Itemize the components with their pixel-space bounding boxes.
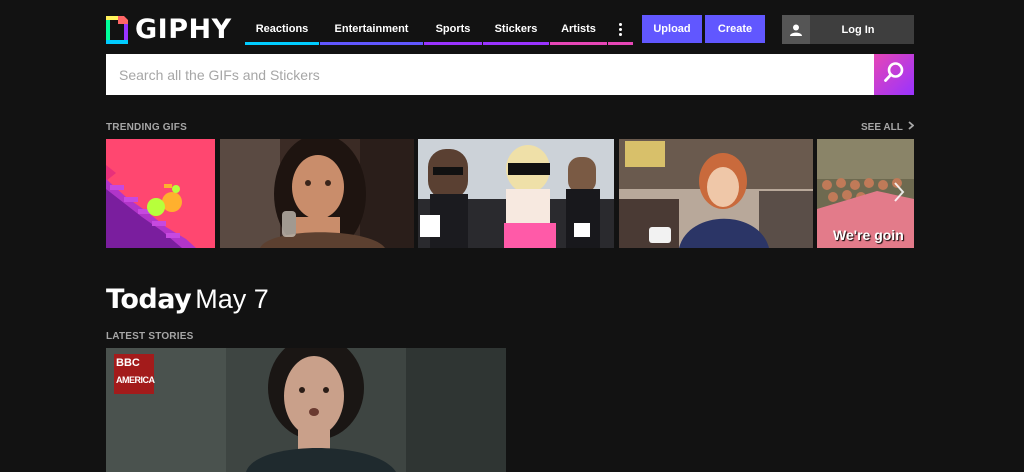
trending-title: TRENDING GIFS <box>106 122 187 133</box>
login-label: Log In <box>841 23 875 36</box>
nav-underline <box>320 42 423 45</box>
login-button[interactable]: Log In <box>782 15 914 44</box>
see-all-link[interactable]: SEE ALL <box>861 121 915 133</box>
nav-underline <box>483 42 549 45</box>
nav-item-label: Artists <box>561 23 596 35</box>
badge-line: BBC <box>116 357 140 369</box>
today-heading: Today May 7 <box>106 284 269 315</box>
nav-item-artists[interactable]: Artists <box>550 15 607 45</box>
upload-button[interactable]: Upload <box>642 15 702 43</box>
see-all-label: SEE ALL <box>861 121 903 133</box>
giphy-logo-icon <box>106 16 128 44</box>
user-icon <box>782 15 810 44</box>
nav-more-button[interactable] <box>608 15 633 45</box>
nav-underline <box>550 42 607 45</box>
trending-carousel: We're goin <box>106 139 914 248</box>
trending-gif[interactable] <box>418 139 614 248</box>
carousel-next-button[interactable] <box>889 181 909 208</box>
badge-line: AMERICA <box>116 375 155 385</box>
brand-name: GIPHY <box>135 14 232 45</box>
search-bar <box>106 54 914 95</box>
header: GIPHY Reactions Entertainment Sports Sti… <box>106 15 914 45</box>
giphy-logo[interactable]: GIPHY <box>106 15 232 45</box>
nav-underline <box>245 42 319 45</box>
bbc-america-logo: BBC AMERICA <box>114 354 155 394</box>
search-button[interactable] <box>874 54 914 95</box>
nav-item-label: Stickers <box>494 23 538 35</box>
chevron-right-icon <box>893 181 905 208</box>
gif-caption: We're goin <box>833 227 904 243</box>
nav-item-reactions[interactable]: Reactions <box>245 15 319 45</box>
nav-item-entertainment[interactable]: Entertainment <box>320 15 423 45</box>
trending-gif[interactable] <box>106 139 215 248</box>
nav-underline <box>608 42 633 45</box>
nav-item-sports[interactable]: Sports <box>424 15 482 45</box>
nav-item-label: Sports <box>435 23 471 35</box>
story-card[interactable]: BBC AMERICA <box>106 348 506 472</box>
trending-gif[interactable] <box>619 139 813 248</box>
search-input[interactable] <box>106 54 874 95</box>
more-vertical-icon <box>619 22 622 36</box>
nav-underline <box>424 42 482 45</box>
search-icon <box>883 61 905 88</box>
today-date: May 7 <box>195 284 269 314</box>
nav-item-stickers[interactable]: Stickers <box>483 15 549 45</box>
today-label: Today <box>106 284 192 315</box>
chevron-right-icon <box>908 121 915 133</box>
nav-item-label: Entertainment <box>334 23 409 35</box>
create-button[interactable]: Create <box>705 15 765 43</box>
main-nav: Reactions Entertainment Sports Stickers … <box>245 15 633 45</box>
latest-stories-title: LATEST STORIES <box>106 331 194 342</box>
trending-gif[interactable] <box>220 139 414 248</box>
nav-item-label: Reactions <box>255 23 309 35</box>
